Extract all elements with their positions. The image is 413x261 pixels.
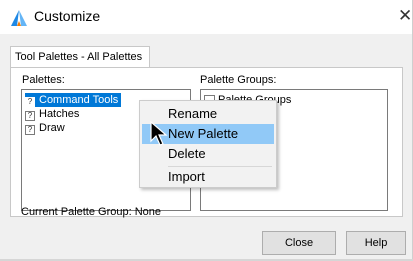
palette-icon: ?: [25, 97, 35, 107]
menu-item-import[interactable]: Import: [142, 167, 274, 187]
list-item-label: Command Tools: [39, 94, 119, 106]
window-title: Customize: [34, 8, 101, 24]
current-palette-group: Current Palette Group: None: [21, 206, 161, 218]
customize-app-icon: [11, 10, 27, 26]
tab-tool-palettes[interactable]: Tool Palettes - All Palettes: [10, 46, 150, 68]
list-item[interactable]: ? Draw: [25, 121, 68, 135]
mouse-pointer-icon: [150, 121, 168, 146]
menu-item-delete[interactable]: Delete: [142, 144, 274, 164]
customize-dialog: Customize ✕ Tool Palettes - All Palettes…: [0, 0, 413, 261]
list-item-label: Hatches: [39, 108, 80, 120]
help-button[interactable]: Help: [346, 231, 406, 255]
palette-icon: ?: [25, 111, 35, 121]
list-item[interactable]: ? Hatches: [25, 107, 82, 121]
close-window-button[interactable]: ✕: [398, 6, 412, 26]
list-item-label: Draw: [39, 122, 65, 134]
palette-icon: ?: [25, 125, 35, 135]
title-bar: Customize ✕: [0, 0, 413, 34]
current-group-label: Current Palette Group:: [21, 206, 132, 218]
current-group-value: None: [134, 206, 162, 218]
close-button[interactable]: Close: [262, 231, 336, 255]
tab-strip: Tool Palettes - All Palettes: [10, 46, 403, 68]
palettes-label: Palettes:: [22, 74, 65, 86]
list-item[interactable]: ? Command Tools: [25, 93, 122, 107]
palette-groups-label: Palette Groups:: [200, 74, 277, 86]
